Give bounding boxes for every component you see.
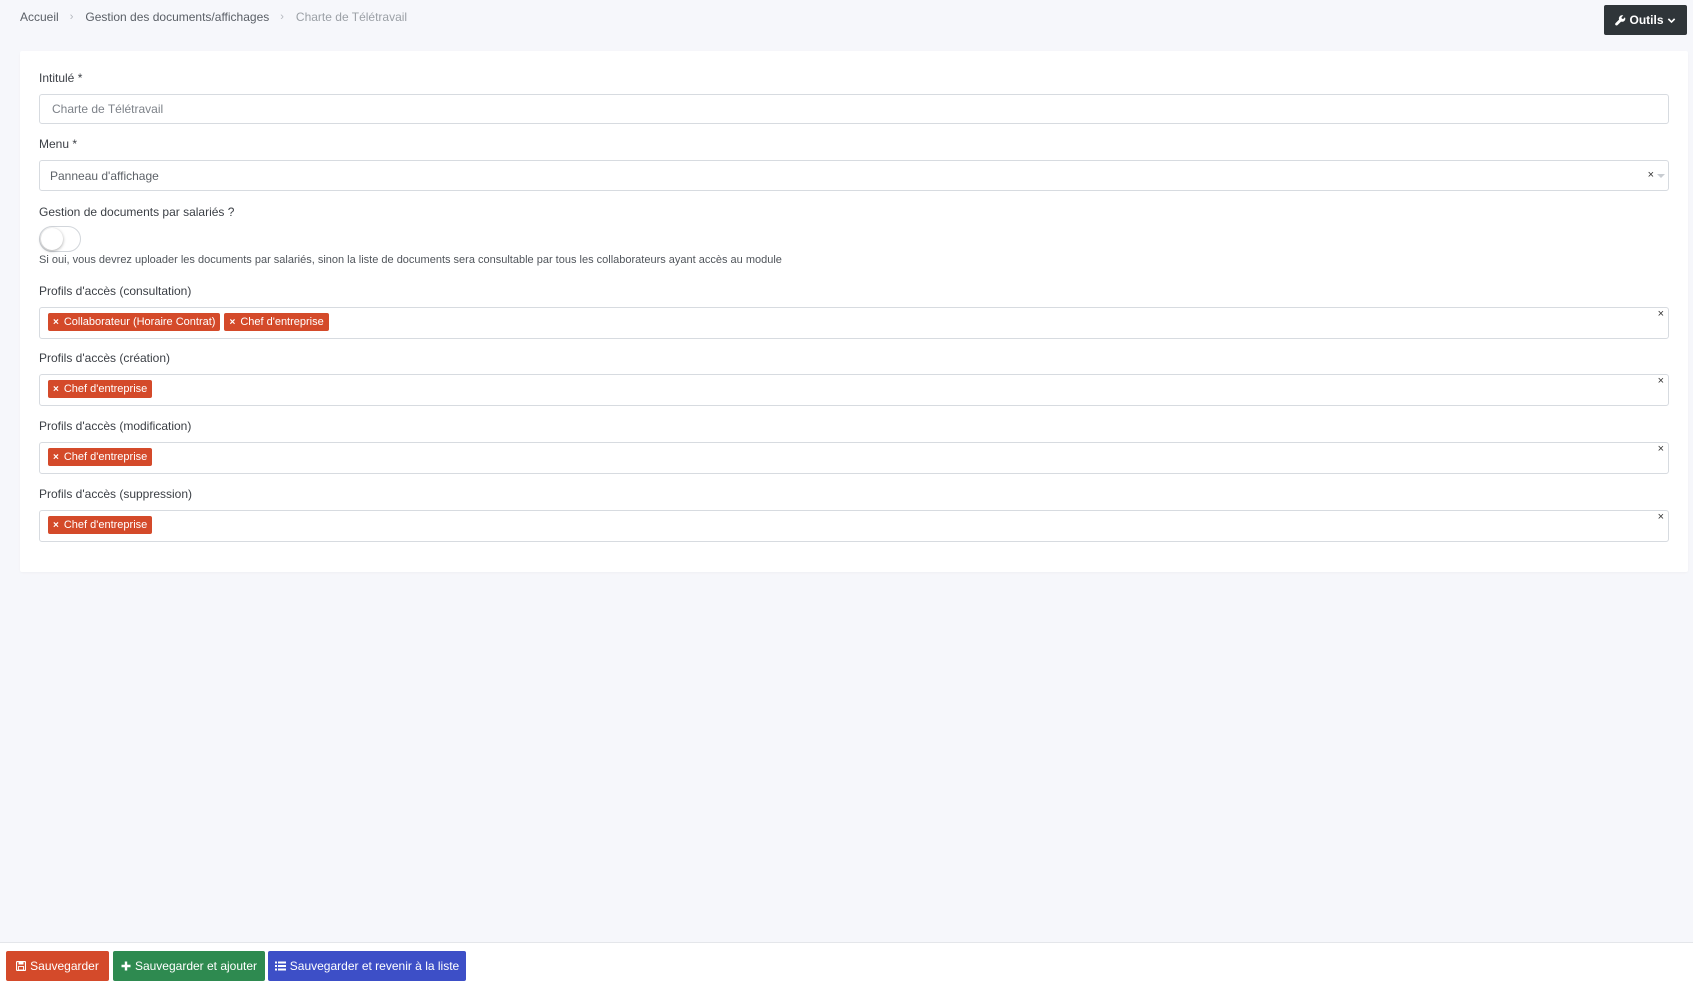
employee-docs-toggle[interactable]: [39, 226, 81, 252]
tools-label: Outils: [1629, 13, 1664, 27]
profile-tag: × Collaborateur (Horaire Contrat): [48, 313, 221, 331]
floppy-disk-icon: [16, 961, 27, 971]
action-footer: Sauvegarder Sauvegarder et ajouter Sauve…: [0, 942, 1693, 983]
tag-label: Chef d'entreprise: [63, 383, 148, 395]
profile-tag: × Chef d'entreprise: [224, 313, 329, 331]
access-modification-label: Profils d'accès (modification): [39, 419, 192, 433]
tag-label: Collaborateur (Horaire Contrat): [63, 316, 216, 328]
breadcrumb-separator-icon: ›: [69, 11, 74, 23]
caret-down-icon[interactable]: [1657, 174, 1665, 178]
menu-clear-icon[interactable]: ×: [1648, 169, 1654, 181]
access-creation-select[interactable]: × Chef d'entreprise ×: [39, 374, 1669, 406]
list-icon: [274, 961, 286, 971]
access-modification-select[interactable]: × Chef d'entreprise ×: [39, 442, 1669, 474]
save-button[interactable]: Sauvegarder: [6, 951, 109, 981]
profile-tag: × Chef d'entreprise: [48, 380, 153, 398]
tools-dropdown-button[interactable]: Outils: [1604, 5, 1687, 35]
breadcrumb: Accueil › Gestion des documents/affichag…: [20, 10, 407, 24]
save-and-add-button[interactable]: Sauvegarder et ajouter: [113, 951, 265, 981]
breadcrumb-current: Charte de Télétravail: [295, 10, 408, 24]
access-consultation-select[interactable]: × Collaborateur (Horaire Contrat) × Chef…: [39, 307, 1669, 339]
plus-icon: [121, 961, 131, 971]
tag-remove-icon[interactable]: ×: [229, 317, 235, 328]
save-and-return-label: Sauvegarder et revenir à la liste: [289, 959, 460, 973]
save-and-add-label: Sauvegarder et ajouter: [134, 959, 258, 973]
profile-tag: × Chef d'entreprise: [48, 448, 153, 466]
save-label: Sauvegarder: [30, 959, 99, 973]
breadcrumb-section-link[interactable]: Gestion des documents/affichages: [85, 10, 269, 24]
wrench-icon: [1615, 14, 1626, 26]
menu-select[interactable]: Panneau d'affichage ×: [39, 160, 1669, 191]
employee-docs-help-text: Si oui, vous devrez uploader les documen…: [39, 254, 782, 266]
chevron-down-icon: [1667, 16, 1676, 25]
employee-docs-label: Gestion de documents par salariés ?: [39, 205, 235, 219]
tag-remove-icon[interactable]: ×: [53, 452, 59, 463]
access-suppression-select[interactable]: × Chef d'entreprise ×: [39, 510, 1669, 542]
clear-all-icon[interactable]: ×: [1658, 375, 1664, 387]
profile-tag: × Chef d'entreprise: [48, 516, 153, 534]
form-card: Intitulé * Charte de Télétravail Menu * …: [20, 51, 1688, 572]
clear-all-icon[interactable]: ×: [1658, 511, 1664, 523]
tag-remove-icon[interactable]: ×: [53, 384, 59, 395]
breadcrumb-separator-icon: ›: [280, 11, 284, 23]
toggle-knob: [41, 228, 63, 250]
tag-label: Chef d'entreprise: [63, 519, 148, 531]
menu-selected-value: Panneau d'affichage: [50, 168, 159, 183]
clear-all-icon[interactable]: ×: [1658, 308, 1664, 320]
tag-label: Chef d'entreprise: [240, 316, 324, 328]
title-input[interactable]: Charte de Télétravail: [39, 94, 1669, 124]
tag-remove-icon[interactable]: ×: [53, 317, 59, 328]
title-field-label: Intitulé *: [39, 71, 83, 85]
clear-all-icon[interactable]: ×: [1658, 443, 1664, 455]
top-bar: Accueil › Gestion des documents/affichag…: [0, 0, 1693, 50]
tag-label: Chef d'entreprise: [63, 451, 148, 463]
breadcrumb-home-link[interactable]: Accueil: [20, 10, 59, 24]
tag-remove-icon[interactable]: ×: [53, 520, 59, 531]
access-consultation-label: Profils d'accès (consultation): [39, 284, 192, 298]
menu-field-label: Menu *: [39, 137, 78, 151]
access-suppression-label: Profils d'accès (suppression): [39, 487, 193, 501]
access-creation-label: Profils d'accès (création): [39, 351, 171, 365]
save-and-return-button[interactable]: Sauvegarder et revenir à la liste: [268, 951, 466, 981]
